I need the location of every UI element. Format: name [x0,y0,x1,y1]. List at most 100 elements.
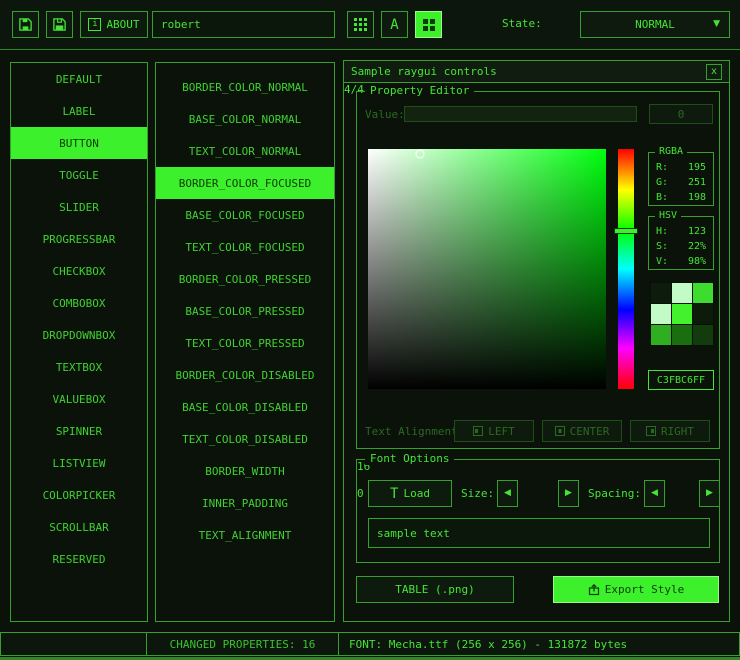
align-right-button[interactable]: RIGHT [630,420,710,442]
size-increase-button[interactable]: ▶ [558,480,579,507]
hue-handle[interactable] [614,228,638,234]
color-swatch[interactable] [651,325,671,345]
toolbar: i ABOUT A State: NORMAL [0,0,740,50]
style-table-button[interactable] [347,11,374,38]
style-name-input[interactable] [152,11,335,38]
b-label: B: [656,190,668,205]
property-list-item[interactable]: BORDER_COLOR_NORMAL [156,71,334,103]
info-icon: i [88,18,101,31]
color-swatch[interactable] [693,325,713,345]
size-label: Size: [461,487,494,500]
controls-list-item[interactable]: LABEL [11,95,147,127]
table-icon [422,18,436,32]
h-label: H: [656,224,668,239]
property-editor-group: Property Editor Value: 0 RGBA R:195 G:25… [356,91,720,449]
font-preview-button[interactable]: A [381,11,408,38]
controls-list-item[interactable]: DEFAULT [11,63,147,95]
controls-view-button[interactable] [415,11,442,38]
color-swatch[interactable] [651,283,671,303]
g-label: G: [656,175,668,190]
controls-list-item-selected[interactable]: BUTTON [11,127,147,159]
align-center-button[interactable]: CENTER [542,420,622,442]
size-decrease-button[interactable]: ◀ [497,480,518,507]
property-list-item[interactable]: TEXT_COLOR_PRESSED [156,327,334,359]
save-style-button[interactable] [46,11,73,38]
property-list-item[interactable]: BASE_COLOR_DISABLED [156,391,334,423]
rgba-row: B:198 [649,190,713,205]
h-value: 123 [688,224,706,239]
sample-text-input[interactable] [368,518,710,548]
s-value: 22% [688,239,706,254]
property-list-item[interactable]: TEXT_COLOR_FOCUSED [156,231,334,263]
color-swatch[interactable] [672,304,692,324]
font-options-group: Font Options T Load Size: ◀ 16 ▶ Spacing… [356,459,720,563]
controls-list-item[interactable]: DROPDOWNBOX [11,319,147,351]
controls-list-item[interactable]: COMBOBOX [11,287,147,319]
load-style-button[interactable] [12,11,39,38]
hsv-row: V:98% [649,254,713,269]
font-load-label: Load [403,487,430,500]
controls-list-item[interactable]: RESERVED [11,543,147,575]
property-list-item[interactable]: BASE_COLOR_PRESSED [156,295,334,327]
r-label: R: [656,160,668,175]
color-swatch[interactable] [672,325,692,345]
property-list-item[interactable]: BASE_COLOR_NORMAL [156,103,334,135]
about-button-label: ABOUT [106,18,139,31]
rgba-row: G:251 [649,175,713,190]
hex-color-field[interactable]: C3FBC6FF [648,370,714,390]
align-left-label: LEFT [488,425,515,438]
hsv-group-label: HSV [655,210,681,221]
sv-cursor[interactable] [416,149,425,158]
floppy-save-icon [52,17,67,32]
controls-list-item[interactable]: COLORPICKER [11,479,147,511]
property-list-item[interactable]: TEXT_ALIGNMENT [156,519,334,551]
controls-list-item[interactable]: SPINNER [11,415,147,447]
property-list-item[interactable]: TEXT_COLOR_NORMAL [156,135,334,167]
property-list-item[interactable]: TEXT_COLOR_DISABLED [156,423,334,455]
export-style-button[interactable]: Export Style [553,576,719,603]
dots-grid-icon [354,18,367,31]
property-editor-label: Property Editor [365,84,474,97]
spacing-increase-button[interactable]: ▶ [699,480,720,507]
property-list-item[interactable]: INNER_PADDING [156,487,334,519]
rgba-row: R:195 [649,160,713,175]
controls-list-item[interactable]: CHECKBOX [11,255,147,287]
font-t-icon: T [390,486,398,502]
sv-panel[interactable] [368,149,606,389]
controls-list-item[interactable]: LISTVIEW [11,447,147,479]
export-format-dropdown[interactable]: TABLE (.png) [356,576,514,603]
property-list-item[interactable]: BORDER_COLOR_PRESSED [156,263,334,295]
value-slider [404,106,637,122]
controls-list-item[interactable]: TOGGLE [11,159,147,191]
close-icon[interactable]: x [706,64,722,80]
controls-list-item[interactable]: SLIDER [11,191,147,223]
controls-list-item[interactable]: TEXTBOX [11,351,147,383]
hue-bar[interactable] [618,149,634,389]
property-list-item[interactable]: BORDER_WIDTH [156,455,334,487]
font-options-label: Font Options [365,452,454,465]
style-color-grid [650,282,714,346]
color-swatch[interactable] [693,283,713,303]
color-swatch[interactable] [693,304,713,324]
spacing-decrease-button[interactable]: ◀ [644,480,665,507]
property-list-item[interactable]: BORDER_COLOR_DISABLED [156,359,334,391]
window-titlebar[interactable]: Sample raygui controls x [344,61,729,83]
property-list-item-selected[interactable]: BORDER_COLOR_FOCUSED [156,167,334,199]
property-list-item[interactable]: BASE_COLOR_FOCUSED [156,199,334,231]
controls-list-item[interactable]: PROGRESSBAR [11,223,147,255]
controls-list-item[interactable]: SCROLLBAR [11,511,147,543]
color-swatch[interactable] [672,283,692,303]
left-arrow-icon: ◀ [504,489,511,498]
rgba-group-label: RGBA [655,146,687,157]
statusbar-font-info: FONT: Mecha.ttf (256 x 256) - 131872 byt… [338,632,740,656]
font-load-button[interactable]: T Load [368,480,452,507]
color-swatch[interactable] [651,304,671,324]
controls-list-item[interactable]: VALUEBOX [11,383,147,415]
align-center-icon [555,426,565,436]
align-right-icon [646,426,656,436]
align-left-button[interactable]: LEFT [454,420,534,442]
state-dropdown[interactable]: NORMAL ▼ [580,11,730,38]
value-label: Value: [365,108,405,121]
right-arrow-icon: ▶ [706,489,713,498]
about-button[interactable]: i ABOUT [80,11,148,38]
